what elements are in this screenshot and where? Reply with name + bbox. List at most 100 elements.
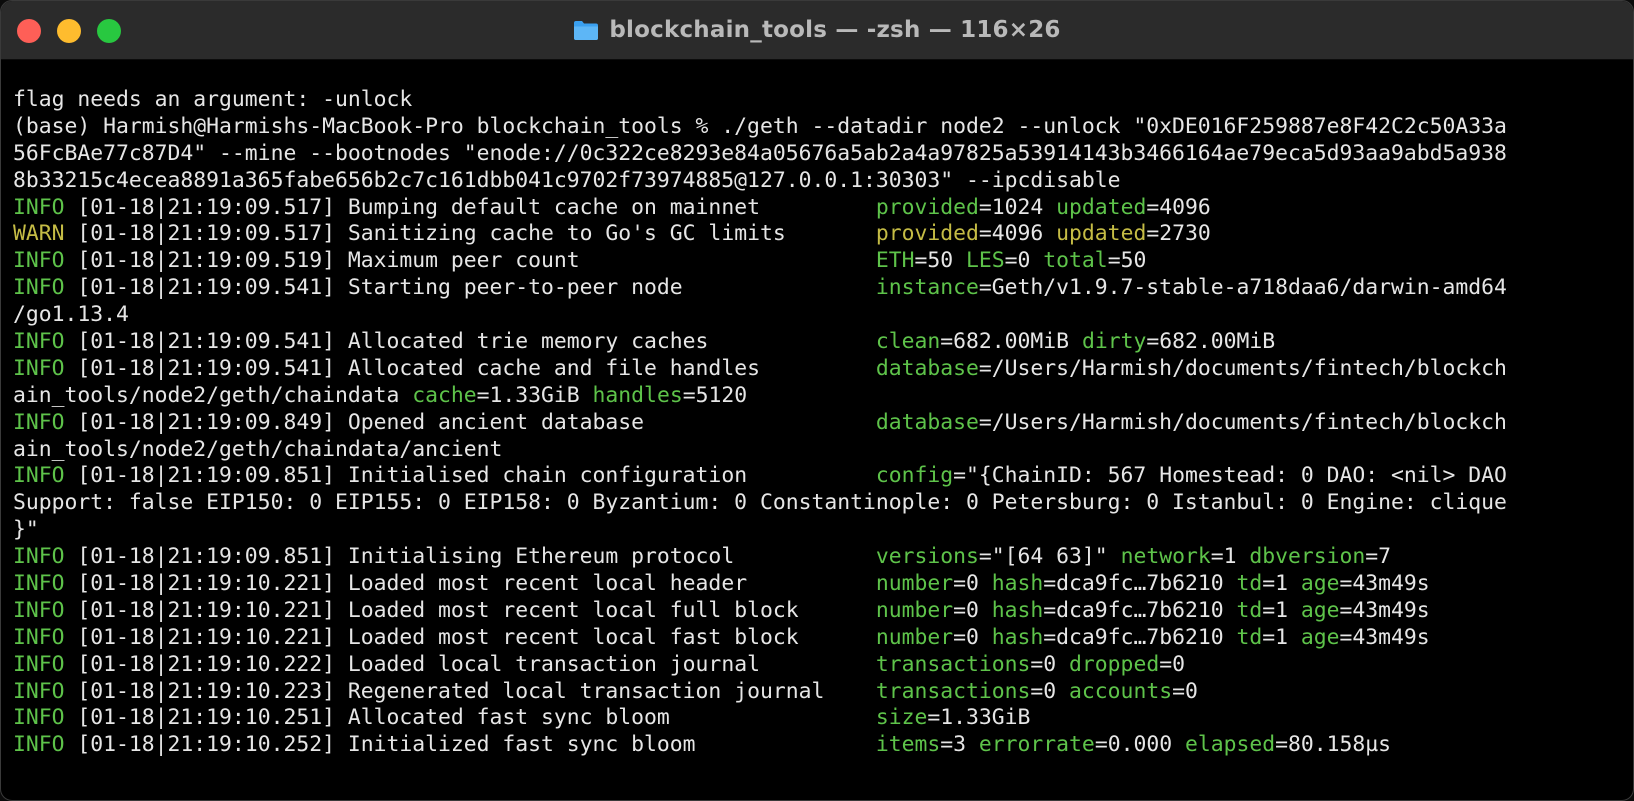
log-level: INFO (13, 571, 65, 597)
log-value: =1024 (978, 194, 1057, 220)
line-text: Support: false EIP150: 0 EIP155: 0 EIP15… (13, 490, 1507, 516)
log-key: number (875, 597, 954, 623)
log-value: =1 (1210, 544, 1250, 570)
log-key: transactions (875, 678, 1031, 704)
log-level: INFO (13, 544, 65, 570)
minimize-button[interactable] (57, 19, 81, 43)
log-key: ETH (875, 248, 915, 274)
log-message: Loaded most recent local fast block (347, 624, 876, 650)
log-key: updated (1056, 194, 1147, 220)
log-value: =4096 (1146, 194, 1211, 220)
log-value: =1.33GiB (476, 382, 593, 408)
log-key: elapsed (1184, 732, 1276, 758)
log-timestamp: [01-18|21:19:09.541] (64, 355, 348, 381)
window-title-group: blockchain_tools — -zsh — 116×26 (1, 1, 1633, 59)
log-value: =0 (1172, 678, 1198, 704)
log-message: Allocated fast sync bloom (347, 705, 876, 731)
terminal-line: INFO [01-18|21:19:10.252] Initialized fa… (13, 732, 1633, 759)
log-message: Loaded most recent local full block (347, 597, 876, 623)
log-value: =0 (1030, 678, 1070, 704)
log-key: clean (875, 329, 941, 355)
log-value: =80.158µs (1275, 732, 1392, 758)
log-value: =Geth/v1.9.7-stable-a718daa6/darwin-amd6… (978, 275, 1507, 301)
log-message: Bumping default cache on mainnet (347, 194, 876, 220)
line-text: 56FcBAe77c87D4" --mine --bootnodes "enod… (13, 140, 1507, 166)
log-level: INFO (13, 194, 65, 220)
log-value: =50 (914, 248, 967, 274)
log-key: hash (991, 597, 1044, 623)
window-title: blockchain_tools — -zsh — 116×26 (609, 17, 1061, 43)
terminal-line: INFO [01-18|21:19:10.223] Regenerated lo… (13, 679, 1633, 706)
log-key: age (1300, 624, 1340, 650)
log-value: ="{ChainID: 567 Homestead: 0 DAO: <nil> … (953, 463, 1507, 489)
terminal-line: WARN [01-18|21:19:09.517] Sanitizing cac… (13, 221, 1633, 248)
log-timestamp: [01-18|21:19:10.223] (64, 678, 348, 704)
log-value: =0 (953, 624, 992, 650)
log-level: INFO (13, 651, 65, 677)
log-key: accounts (1069, 678, 1173, 704)
log-timestamp: [01-18|21:19:10.221] (64, 624, 348, 650)
log-value: =1 (1262, 597, 1301, 623)
title-bar[interactable]: blockchain_tools — -zsh — 116×26 (1, 1, 1633, 60)
log-level: INFO (13, 409, 65, 435)
log-level: WARN (13, 221, 65, 247)
log-key: cache (412, 382, 477, 408)
terminal-line: INFO [01-18|21:19:09.541] Allocated cach… (13, 356, 1633, 383)
zoom-button[interactable] (97, 19, 121, 43)
log-timestamp: [01-18|21:19:09.517] (64, 194, 348, 220)
log-value: =43m49s (1339, 597, 1430, 623)
log-timestamp: [01-18|21:19:09.541] (64, 275, 348, 301)
log-key: td (1236, 597, 1263, 623)
log-key: handles (592, 382, 683, 408)
terminal-line: INFO [01-18|21:19:10.221] Loaded most re… (13, 625, 1633, 652)
log-value: =7 (1365, 544, 1392, 570)
terminal-line: }" (13, 517, 1633, 544)
terminal-output[interactable]: flag needs an argument: -unlock (base) Ha… (1, 87, 1633, 800)
line-text: ain_tools/node2/geth/chaindata/ancient (13, 436, 503, 462)
log-value: =dca9fc…7b6210 (1043, 571, 1237, 597)
log-value: =3 (940, 732, 979, 758)
log-level: INFO (13, 248, 65, 274)
log-value: =0 (953, 597, 992, 623)
terminal-line: INFO [01-18|21:19:09.519] Maximum peer c… (13, 248, 1633, 275)
terminal-line: 56FcBAe77c87D4" --mine --bootnodes "enod… (13, 141, 1633, 168)
terminal-line: (base) Harmish@Harmishs-MacBook-Pro bloc… (13, 114, 1633, 141)
log-key: hash (991, 571, 1044, 597)
log-key: dirty (1081, 329, 1147, 355)
log-level: INFO (13, 275, 65, 301)
log-timestamp: [01-18|21:19:10.252] (64, 732, 348, 758)
log-key: database (875, 355, 979, 381)
log-message: Sanitizing cache to Go's GC limits (347, 221, 876, 247)
terminal-line: INFO [01-18|21:19:10.222] Loaded local t… (13, 652, 1633, 679)
log-value: =/Users/Harmish/documents/fintech/blockc… (978, 409, 1507, 435)
log-level: INFO (13, 597, 65, 623)
log-value: ="[64 63]" (978, 544, 1121, 570)
log-timestamp: [01-18|21:19:09.517] (64, 221, 348, 247)
log-timestamp: [01-18|21:19:10.221] (64, 571, 348, 597)
log-timestamp: [01-18|21:19:09.541] (64, 329, 348, 355)
log-timestamp: [01-18|21:19:09.851] (64, 544, 348, 570)
log-value: =0 (1159, 651, 1185, 677)
log-level: INFO (13, 732, 65, 758)
log-key: provided (875, 221, 979, 247)
log-message: Maximum peer count (347, 248, 876, 274)
terminal-line: INFO [01-18|21:19:10.221] Loaded most re… (13, 598, 1633, 625)
log-level: INFO (13, 624, 65, 650)
log-message: Regenerated local transaction journal (347, 678, 876, 704)
log-key: config (875, 463, 954, 489)
log-value: =5120 (682, 382, 748, 408)
log-level: INFO (13, 463, 65, 489)
line-text: (base) Harmish@Harmishs-MacBook-Pro bloc… (13, 113, 1507, 139)
log-value: =/Users/Harmish/documents/fintech/blockc… (978, 355, 1507, 381)
log-timestamp: [01-18|21:19:10.251] (64, 705, 348, 731)
log-value: =682.00MiB (1146, 329, 1276, 355)
log-value: =4096 (978, 221, 1057, 247)
log-value: =dca9fc…7b6210 (1043, 597, 1237, 623)
log-message: Starting peer-to-peer node (347, 275, 876, 301)
terminal-line: INFO [01-18|21:19:09.851] Initialised ch… (13, 463, 1633, 490)
close-button[interactable] (17, 19, 41, 43)
log-value: =0 (1004, 248, 1044, 274)
log-value: =1.33GiB (927, 705, 1031, 731)
log-value: =2730 (1146, 221, 1211, 247)
terminal-line: ain_tools/node2/geth/chaindata cache=1.3… (13, 383, 1633, 410)
